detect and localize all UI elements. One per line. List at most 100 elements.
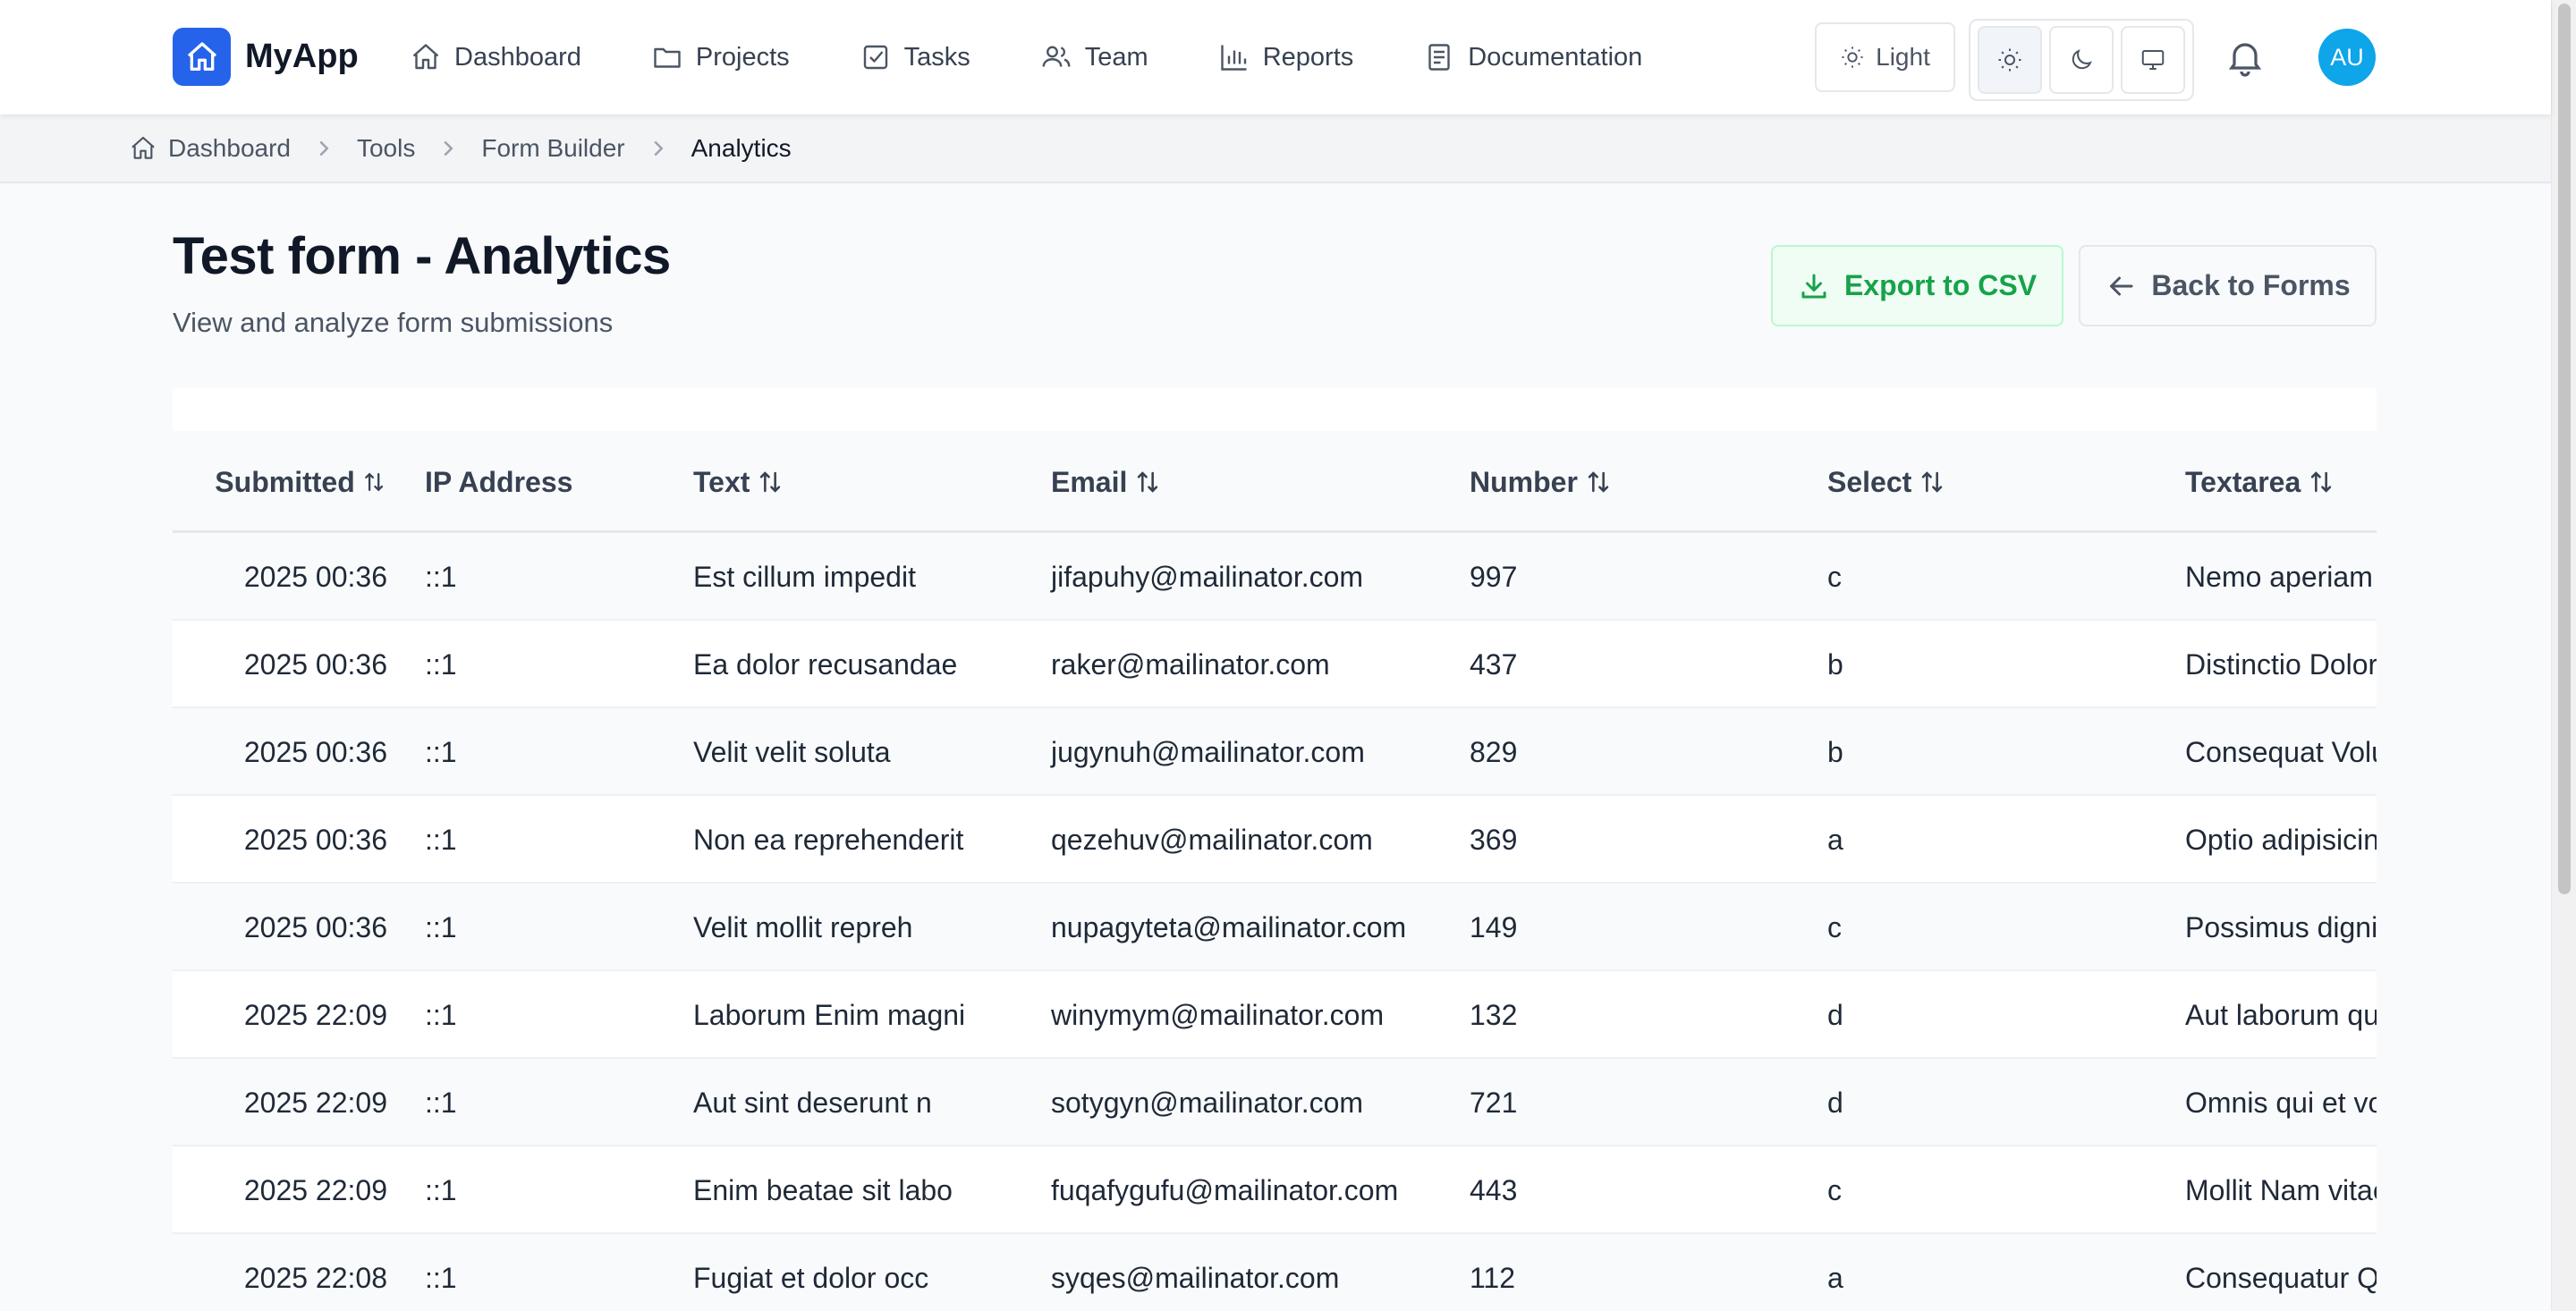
table-row[interactable]: 2025 00:36::1 Est cillum impedit jifapuhy@…: [173, 533, 2377, 621]
cell-value: Laborum Enim magni: [693, 998, 966, 1031]
top-navbar: MyApp Dashboard Projects Tasks Team Repo…: [0, 0, 2551, 114]
column-header-select[interactable]: Select: [1827, 431, 1947, 533]
cell-value: Velit velit soluta: [693, 735, 891, 768]
cell-value: jugynuh@mailinator.com: [1051, 735, 1365, 768]
textarea-cell: Mollit Nam vitae: [2185, 1146, 2377, 1234]
theme-toggle-button[interactable]: Light: [1815, 22, 1955, 92]
column-header-textarea[interactable]: Textarea: [2185, 431, 2336, 533]
table-row[interactable]: 2025 22:09::1 Enim beatae sit labo fuqafyg…: [173, 1146, 2377, 1234]
nav-label: Projects: [695, 42, 790, 72]
theme-system-option[interactable]: [2121, 26, 2185, 94]
cell-value: 2025 22:09: [243, 1086, 387, 1119]
column-header-submitted[interactable]: Submitted: [173, 431, 387, 533]
cell-value: Omnis qui et volu: [2185, 1086, 2377, 1119]
export-csv-button[interactable]: Export to CSV: [1771, 245, 2063, 326]
cell-value: Enim beatae sit labo: [693, 1173, 953, 1206]
submitted-cell: 2025 00:36: [173, 621, 387, 708]
cell-value: a: [1827, 1261, 1843, 1294]
theme-light-option[interactable]: [1978, 26, 2042, 94]
theme-dark-option[interactable]: [2049, 26, 2114, 94]
table-row[interactable]: 2025 22:09::1 Laborum Enim magni winymym@m…: [173, 971, 2377, 1059]
brand-name: MyApp: [245, 38, 359, 75]
cell-value: winymym@mailinator.com: [1051, 998, 1385, 1031]
nav-reports[interactable]: Reports: [1218, 41, 1354, 73]
table-row[interactable]: 2025 00:36::1 Ea dolor recusandae raker@ma…: [173, 621, 2377, 708]
cell-value: Aut laborum quis: [2185, 998, 2377, 1031]
cell-value: 2025 22:09: [243, 998, 387, 1031]
table-row[interactable]: 2025 00:36::1 Velit velit soluta jugynuh@m…: [173, 708, 2377, 796]
export-csv-label: Export to CSV: [1843, 269, 2038, 301]
cell-value: 2025 00:36: [243, 823, 387, 856]
text-cell: Velit velit soluta: [693, 708, 891, 796]
column-header-label: Email: [1051, 465, 1128, 498]
folder-icon: [654, 47, 681, 68]
nav-dashboard[interactable]: Dashboard: [410, 41, 581, 73]
cell-value: sotygyn@mailinator.com: [1051, 1086, 1364, 1119]
table-row[interactable]: 2025 22:09::1 Aut sint deserunt n sotygyn@…: [173, 1059, 2377, 1146]
nav-documentation[interactable]: Documentation: [1423, 41, 1642, 73]
column-header-text[interactable]: Text: [693, 431, 785, 533]
nav-label: Tasks: [903, 42, 970, 72]
cell-value: Consequatur Qu: [2185, 1261, 2377, 1294]
cell-value: Nemo aperiam p: [2185, 560, 2377, 593]
theme-toggle-label: Light: [1876, 43, 1930, 71]
breadcrumb-dashboard[interactable]: Dashboard: [129, 134, 291, 163]
cell-value: 112: [1470, 1261, 1516, 1294]
column-header-label: IP Address: [425, 465, 573, 498]
table-row[interactable]: 2025 00:36::1 Non ea reprehenderit qezehuv…: [173, 796, 2377, 884]
cell-value: nupagyteta@mailinator.com: [1051, 910, 1407, 943]
home-icon: [173, 28, 231, 86]
scrollbar-thumb[interactable]: [2558, 4, 2571, 894]
cell-value: 2025 00:36: [243, 735, 387, 768]
column-header-email[interactable]: Email: [1051, 431, 1163, 533]
cell-value: c: [1827, 560, 1842, 593]
nav-label: Reports: [1262, 42, 1354, 72]
email-cell: qezehuv@mailinator.com: [1051, 796, 1373, 884]
ip-address-cell: ::1: [425, 1059, 457, 1146]
submitted-cell: 2025 00:36: [173, 884, 387, 971]
number-cell: 132: [1470, 971, 1517, 1059]
ip-address-cell: ::1: [425, 796, 457, 884]
text-cell: Laborum Enim magni: [693, 971, 965, 1059]
table-scroll-area[interactable]: Submitted IP Address Text Email Number S…: [173, 431, 2377, 1311]
users-icon: [1042, 46, 1071, 67]
textarea-cell: Consequat Volup: [2185, 708, 2377, 796]
cell-value: Ea dolor recusandae: [693, 647, 958, 681]
avatar[interactable]: AU: [2318, 29, 2376, 86]
theme-selector: [1969, 19, 2194, 101]
column-header-label: Number: [1470, 465, 1578, 498]
cell-value: ::1: [425, 910, 457, 943]
breadcrumb-tools[interactable]: Tools: [357, 134, 415, 163]
back-to-forms-button[interactable]: Back to Forms: [2079, 245, 2377, 326]
table-row[interactable]: 2025 22:08::1 Fugiat et dolor occ syqes@ma…: [173, 1234, 2377, 1311]
submitted-cell: 2025 22:09: [173, 971, 387, 1059]
text-cell: Est cillum impedit: [693, 533, 916, 621]
cell-value: 437: [1470, 647, 1518, 681]
select-cell: c: [1827, 884, 1842, 971]
breadcrumb-form-builder[interactable]: Form Builder: [481, 134, 624, 163]
number-cell: 443: [1470, 1146, 1517, 1234]
column-header-number[interactable]: Number: [1470, 431, 1614, 533]
cell-value: 721: [1470, 1086, 1518, 1119]
select-cell: d: [1827, 1059, 1843, 1146]
submitted-cell: 2025 00:36: [173, 533, 387, 621]
cell-value: jifapuhy@mailinator.com: [1051, 560, 1364, 593]
cell-value: 2025 22:09: [243, 1173, 387, 1206]
nav-label: Team: [1084, 42, 1148, 72]
cell-value: c: [1827, 1173, 1842, 1206]
cell-value: Velit mollit repreh: [693, 910, 913, 943]
nav-team[interactable]: Team: [1040, 41, 1148, 73]
brand[interactable]: MyApp: [173, 28, 359, 86]
cell-value: ::1: [425, 823, 457, 856]
bell-icon[interactable]: [2224, 36, 2267, 79]
sort-icon: [1588, 471, 1609, 493]
cell-value: 2025 00:36: [243, 910, 387, 943]
nav-projects[interactable]: Projects: [651, 41, 790, 73]
submitted-cell: 2025 22:09: [173, 1059, 387, 1146]
number-cell: 149: [1470, 884, 1517, 971]
page-scrollbar[interactable]: [2551, 0, 2576, 1311]
nav-tasks[interactable]: Tasks: [860, 41, 970, 73]
table-row[interactable]: 2025 00:36::1 Velit mollit repreh nupagyte…: [173, 884, 2377, 971]
column-header-ip-address: IP Address: [425, 431, 572, 533]
cell-value: Distinctio Doloru: [2185, 647, 2377, 681]
